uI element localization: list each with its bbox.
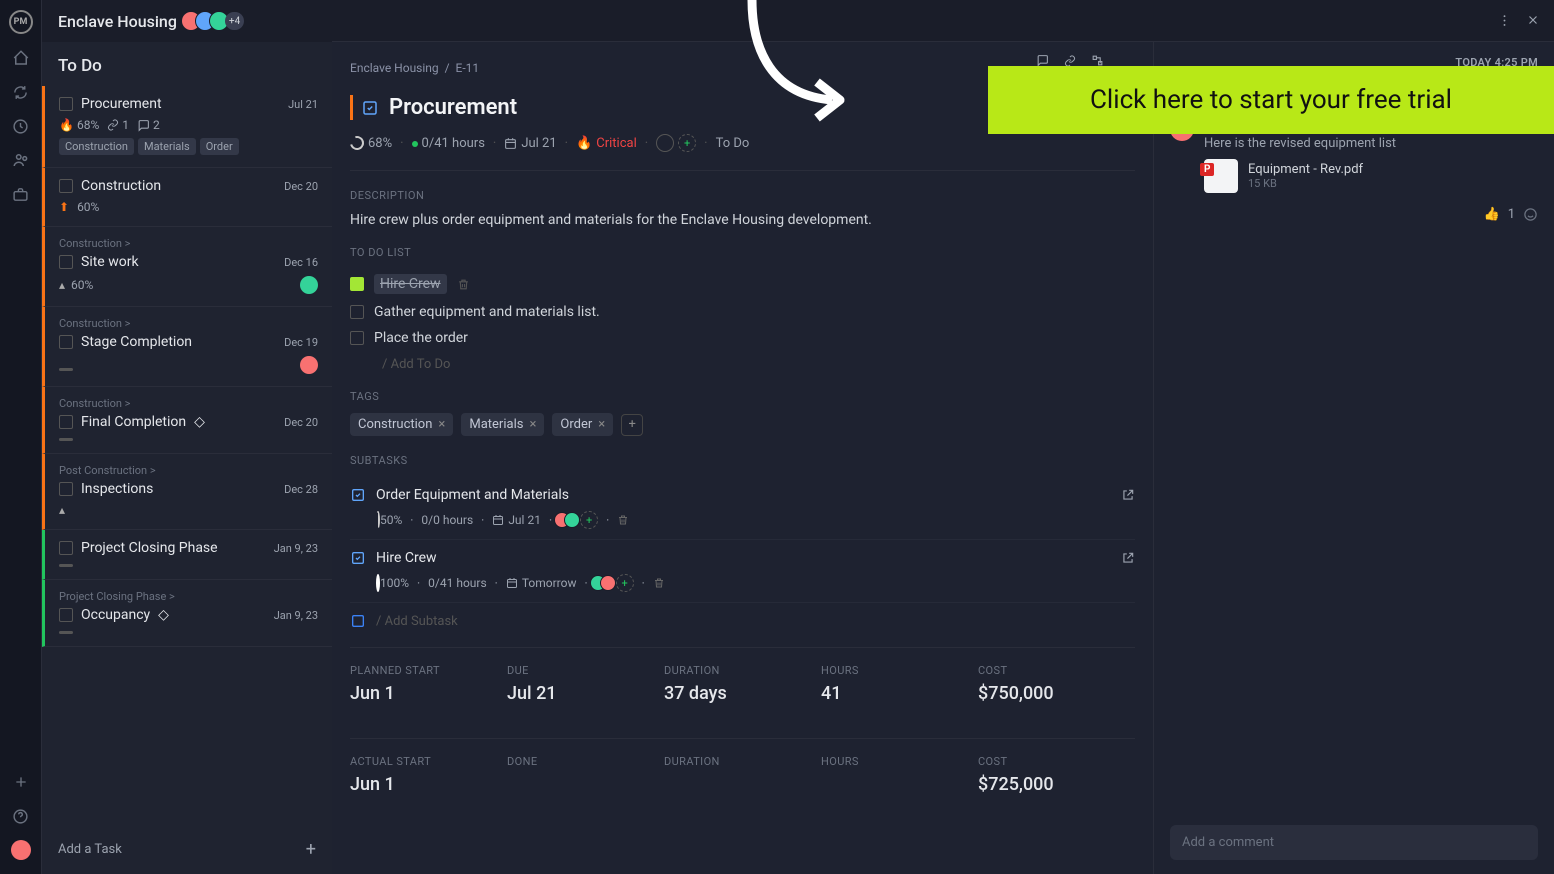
tag-chip[interactable]: Order×	[552, 413, 613, 436]
assignee-avatar	[300, 276, 318, 294]
comment-icon	[137, 119, 150, 132]
trash-icon[interactable]	[457, 278, 470, 291]
clock-icon[interactable]	[11, 116, 31, 136]
cta-banner[interactable]: Click here to start your free trial	[988, 66, 1554, 134]
add-todo-input[interactable]: / Add To Do	[382, 357, 1135, 372]
description-text[interactable]: Hire crew plus order equipment and mater…	[350, 212, 1135, 228]
remove-tag-icon[interactable]: ×	[438, 417, 445, 432]
task-icon	[350, 613, 366, 629]
todo-item[interactable]: Place the order	[350, 325, 1135, 351]
task-card-projectclosing[interactable]: Project Closing Phase Jan 9, 23	[42, 530, 332, 580]
add-assignee-button[interactable]: +	[616, 574, 634, 592]
add-assignee-button[interactable]: +	[580, 511, 598, 529]
main-area: Click here to start your free trial Encl…	[332, 0, 1554, 874]
subtask-item[interactable]: Order Equipment and Materials 50% · 0/0 …	[350, 477, 1135, 540]
trash-icon[interactable]	[653, 577, 665, 589]
task-title: Procurement	[389, 95, 517, 120]
project-title: Enclave Housing	[58, 12, 177, 31]
remove-tag-icon[interactable]: ×	[529, 417, 536, 432]
reactions-row: 👍 1	[1204, 207, 1538, 222]
more-icon[interactable]	[1497, 13, 1512, 28]
open-icon[interactable]	[1121, 488, 1135, 502]
fire-icon: 🔥	[59, 118, 74, 132]
current-user-avatar[interactable]	[11, 840, 31, 860]
arrow-up-icon: ⬆	[59, 200, 69, 214]
briefcase-icon[interactable]	[11, 184, 31, 204]
todo-item[interactable]: Gather equipment and materials list.	[350, 299, 1135, 325]
task-list: Procurement Jul 21 🔥68% 1 2 Construction…	[42, 86, 332, 825]
remove-tag-icon[interactable]: ×	[598, 417, 605, 432]
task-card-finalcompletion[interactable]: Construction > Final Completion ◇ Dec 20	[42, 387, 332, 454]
open-icon[interactable]	[1121, 551, 1135, 565]
task-icon	[350, 550, 366, 566]
planned-stats: PLANNED STARTJun 1 DUEJul 21 DURATION37 …	[350, 647, 1135, 720]
task-card-inspections[interactable]: Post Construction > Inspections Dec 28 ▴	[42, 454, 332, 530]
help-icon[interactable]	[11, 806, 31, 826]
add-task-button[interactable]: Add a Task +	[42, 825, 332, 874]
calendar-icon	[506, 577, 518, 589]
add-tag-button[interactable]: +	[621, 414, 643, 436]
actual-stats: ACTUAL STARTJun 1 DONE DURATION HOURS CO…	[350, 738, 1135, 811]
triangle-up-icon: ▴	[59, 278, 65, 292]
task-card-occupancy[interactable]: Project Closing Phase > Occupancy ◇ Jan …	[42, 580, 332, 647]
link-icon	[107, 119, 119, 131]
attachment-name: Equipment - Rev.pdf	[1248, 162, 1363, 177]
emoji-icon[interactable]	[1523, 207, 1538, 222]
comments-panel: TODAY 4:25 PM Joe Johnson TODAY 4:23 PM	[1154, 42, 1554, 874]
task-card-construction[interactable]: Construction Dec 20 ⬆ 60%	[42, 168, 332, 227]
fire-icon: 🔥	[576, 136, 592, 151]
todo-label: TO DO LIST	[350, 246, 1135, 259]
comment-input[interactable]: Add a comment	[1170, 825, 1538, 860]
avatar-stack[interactable]: +4	[187, 11, 244, 31]
link-icon	[1064, 55, 1076, 67]
diamond-icon: ◇	[158, 607, 169, 623]
add-subtask-input[interactable]: / Add Subtask	[350, 613, 1135, 629]
tags-label: TAGS	[350, 390, 1135, 403]
description-label: DESCRIPTION	[350, 189, 1135, 202]
calendar-icon	[504, 137, 517, 150]
trash-icon[interactable]	[617, 514, 629, 526]
task-detail-panel: Enclave Housing / E-11 2 1 2 » Procureme…	[332, 42, 1154, 874]
users-icon[interactable]	[11, 150, 31, 170]
task-card-procurement[interactable]: Procurement Jul 21 🔥68% 1 2 Construction…	[42, 86, 332, 168]
comment-body: Here is the revised equipment list	[1204, 136, 1538, 151]
todo-item[interactable]: Hire Crew	[350, 269, 1135, 299]
column-title: To Do	[42, 42, 332, 86]
task-sidebar: Enclave Housing +4 To Do Procurement Jul…	[42, 0, 332, 874]
file-icon: P	[1204, 159, 1238, 193]
diamond-icon: ◇	[194, 414, 205, 430]
add-assignee-button[interactable]: +	[678, 134, 696, 152]
task-card-stagecompletion[interactable]: Construction > Stage Completion Dec 19	[42, 307, 332, 387]
triangle-up-icon: ▴	[59, 503, 65, 517]
tag-chip[interactable]: Materials×	[461, 413, 544, 436]
task-icon	[350, 487, 366, 503]
plus-icon: +	[306, 839, 316, 860]
left-nav-rail: PM	[0, 0, 42, 874]
app-logo[interactable]: PM	[9, 10, 33, 34]
close-icon[interactable]	[1526, 13, 1540, 28]
task-card-sitework[interactable]: Construction > Site work Dec 16 ▴60%	[42, 227, 332, 307]
attachment-size: 15 KB	[1248, 177, 1363, 190]
refresh-icon[interactable]	[11, 82, 31, 102]
subtasks-label: SUBTASKS	[350, 454, 1135, 467]
plus-icon[interactable]	[11, 772, 31, 792]
attachment-item[interactable]: P Equipment - Rev.pdf 15 KB	[1204, 159, 1538, 193]
window-topbar	[332, 0, 1554, 42]
status-row: 68% · 0/41 hours · Jul 21 · 🔥Critical · …	[350, 134, 1135, 171]
avatar-more: +4	[225, 12, 244, 30]
breadcrumb[interactable]: Enclave Housing / E-11	[350, 61, 479, 75]
task-icon	[361, 99, 379, 117]
home-icon[interactable]	[11, 48, 31, 68]
tag-chip[interactable]: Construction×	[350, 413, 453, 436]
thumbs-up-icon[interactable]: 👍	[1484, 207, 1500, 222]
assignee-avatar	[300, 356, 318, 374]
subtask-item[interactable]: Hire Crew 100% · 0/41 hours · Tomorrow ·…	[350, 540, 1135, 603]
calendar-icon	[492, 514, 504, 526]
project-header: Enclave Housing +4	[42, 0, 332, 42]
